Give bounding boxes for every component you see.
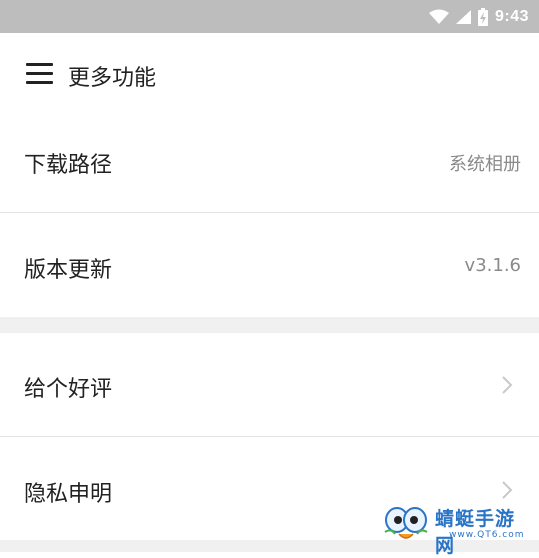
section-gap bbox=[0, 317, 539, 333]
watermark: 蜻蜓手游网 www.QT6.com bbox=[383, 500, 533, 557]
row-label: 给个好评 bbox=[24, 377, 113, 402]
chevron-right-icon bbox=[502, 376, 513, 394]
dragonfly-logo-icon bbox=[384, 507, 428, 539]
settings-row-download-path[interactable]: 下载路径 系统相册 bbox=[0, 113, 539, 212]
status-bar: 9:43 bbox=[0, 0, 539, 33]
row-label: 下载路径 bbox=[24, 153, 113, 178]
hamburger-menu-icon[interactable] bbox=[26, 63, 54, 85]
battery-charging-icon bbox=[477, 8, 488, 26]
settings-row-rate-app[interactable]: 给个好评 bbox=[0, 333, 539, 436]
chevron-right-icon bbox=[502, 481, 513, 499]
app-bar: 更多功能 bbox=[0, 33, 539, 113]
page-title: 更多功能 bbox=[68, 66, 157, 91]
row-value: v3.1.6 bbox=[464, 255, 521, 276]
row-label: 版本更新 bbox=[24, 258, 113, 283]
status-time: 9:43 bbox=[494, 8, 529, 25]
row-label: 隐私申明 bbox=[24, 482, 113, 507]
watermark-url: www.QT6.com bbox=[449, 530, 525, 540]
status-icons: 9:43 bbox=[428, 5, 529, 29]
settings-row-version-update[interactable]: 版本更新 v3.1.6 bbox=[0, 213, 539, 317]
signal-icon bbox=[455, 10, 471, 24]
row-value: 系统相册 bbox=[449, 154, 521, 175]
wifi-icon bbox=[428, 9, 449, 24]
